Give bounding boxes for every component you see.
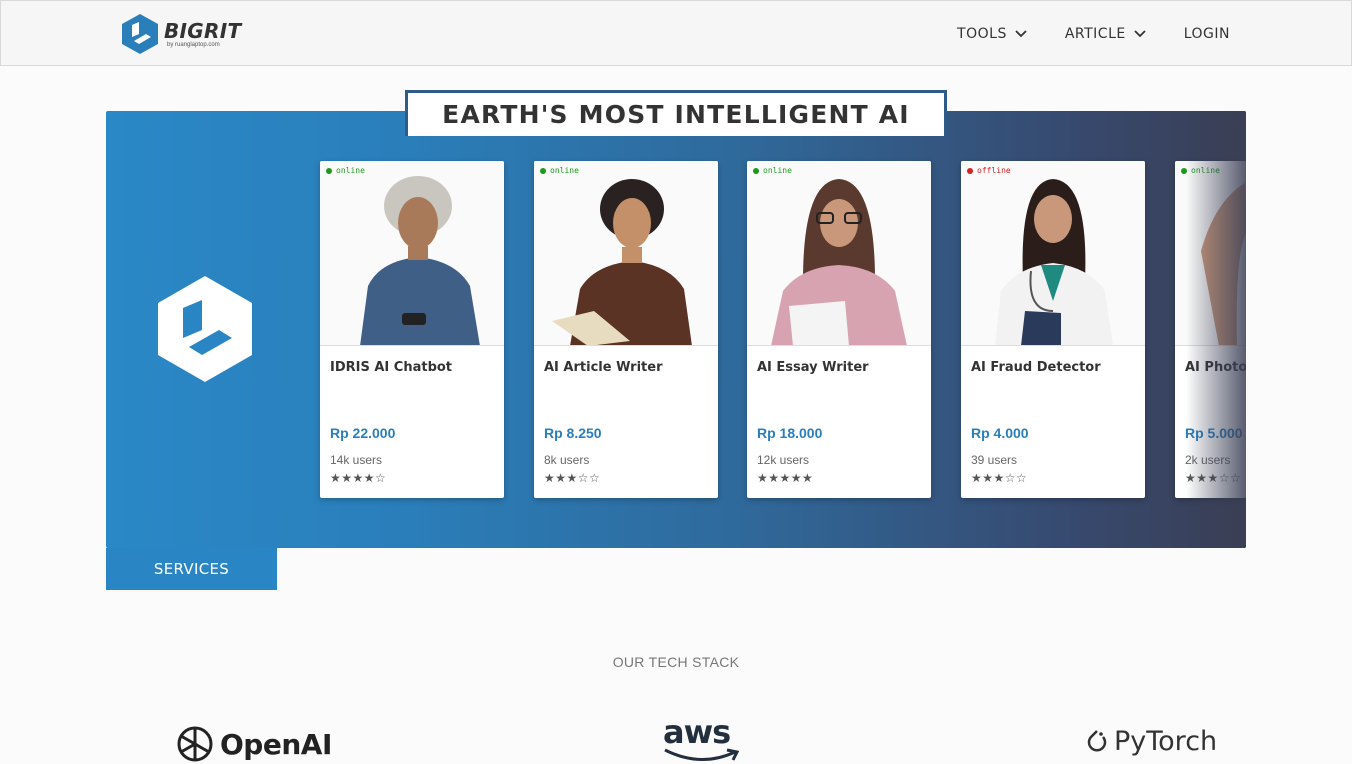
status-text: online	[763, 166, 792, 175]
nav-article-dropdown[interactable]: ARTICLE	[1065, 26, 1146, 42]
service-card-article-writer[interactable]: online AI Article Writer Rp 8.250 8k use…	[534, 161, 718, 498]
main-nav: TOOLS ARTICLE LOGIN	[919, 1, 1230, 67]
pytorch-flame-icon	[1087, 729, 1107, 752]
nav-tools-dropdown[interactable]: TOOLS	[957, 26, 1027, 42]
nav-login-link[interactable]: LOGIN	[1184, 26, 1230, 42]
rating-stars: ★★★☆☆	[971, 471, 1028, 485]
chevron-down-icon	[1015, 30, 1027, 38]
status-indicator: online	[1181, 166, 1220, 175]
status-text: online	[1191, 166, 1220, 175]
brand-hexagon-icon	[122, 14, 158, 54]
card-title: AI Fraud Detector	[971, 360, 1101, 375]
status-text: offline	[977, 166, 1011, 175]
nav-article-label: ARTICLE	[1064, 26, 1126, 42]
hero-title-box: EARTH'S MOST INTELLIGENT AI	[405, 90, 947, 136]
service-card-idris-chatbot[interactable]: online IDRIS AI Chatbot Rp 22.000 14k us…	[320, 161, 504, 498]
chevron-down-icon	[1134, 30, 1146, 38]
card-image: online	[534, 161, 718, 346]
rating-stars: ★★★☆☆	[544, 471, 601, 485]
status-dot-icon	[753, 167, 759, 174]
nav-tools-label: TOOLS	[957, 26, 1007, 42]
rating-stars: ★★★★★	[757, 471, 814, 485]
rating-stars: ★★★★☆	[330, 471, 387, 485]
status-indicator: online	[540, 166, 579, 175]
pytorch-logo: PyTorch	[1086, 726, 1217, 757]
card-users: 12k users	[757, 453, 810, 467]
card-users: 2k users	[1185, 453, 1231, 467]
card-price: Rp 22.000	[330, 425, 396, 441]
card-image: online	[1175, 161, 1246, 346]
status-indicator: offline	[967, 166, 1011, 175]
card-title: IDRIS AI Chatbot	[330, 360, 453, 375]
status-dot-icon	[1181, 167, 1187, 174]
person-photo-icon	[360, 176, 480, 345]
status-dot-icon	[326, 167, 332, 174]
card-price: Rp 5.000	[1185, 425, 1243, 441]
card-users: 39 users	[971, 453, 1018, 467]
service-card-fraud-detector[interactable]: offline AI Fraud Detector Rp 4.000 39 us…	[961, 161, 1145, 498]
openai-knot-icon	[177, 726, 213, 762]
card-title: AI Photo	[1185, 360, 1246, 375]
openai-logo: OpenAI	[175, 724, 332, 764]
services-tab-label: SERVICES	[153, 560, 230, 578]
services-tab[interactable]: SERVICES	[106, 548, 277, 590]
brand-hexagon-large-icon	[158, 276, 252, 382]
person-photo-icon	[552, 179, 692, 345]
person-photo-icon	[1201, 183, 1246, 345]
tech-stack-title: OUR TECH STACK	[612, 654, 740, 670]
status-indicator: online	[326, 166, 365, 175]
aws-logo: aws	[663, 716, 739, 762]
status-dot-icon	[540, 167, 546, 174]
card-image: online	[320, 161, 504, 346]
status-text: online	[550, 166, 579, 175]
person-photo-icon	[995, 179, 1113, 345]
hero-title: EARTH'S MOST INTELLIGENT AI	[442, 100, 910, 129]
aws-wordmark: aws	[663, 713, 731, 751]
status-text: online	[336, 166, 365, 175]
card-title: AI Essay Writer	[757, 360, 869, 375]
card-title: AI Article Writer	[544, 360, 663, 375]
card-users: 8k users	[544, 453, 590, 467]
brand-name: BIGRIT	[164, 19, 242, 43]
card-image: offline	[961, 161, 1145, 346]
card-price: Rp 8.250	[544, 425, 602, 441]
card-price: Rp 18.000	[757, 425, 823, 441]
status-dot-icon	[967, 167, 973, 174]
card-image: online	[747, 161, 931, 346]
nav-login-label: LOGIN	[1183, 26, 1230, 42]
service-card-essay-writer[interactable]: online AI Essay Writer Rp 18.000 12k use…	[747, 161, 931, 498]
services-hero-panel: online IDRIS AI Chatbot Rp 22.000 14k us…	[106, 111, 1246, 548]
person-photo-icon	[771, 179, 907, 345]
brand-logo-link[interactable]: BIGRIT by ruanglaptop.com	[121, 13, 241, 55]
pytorch-wordmark: PyTorch	[1114, 726, 1218, 757]
top-navbar: BIGRIT by ruanglaptop.com TOOLS ARTICLE …	[0, 0, 1352, 66]
card-price: Rp 4.000	[971, 425, 1029, 441]
card-users: 14k users	[330, 453, 383, 467]
status-indicator: online	[753, 166, 792, 175]
service-card-photo[interactable]: online AI Photo Rp 5.000 2k users ★★★☆☆	[1175, 161, 1246, 498]
openai-wordmark: OpenAI	[220, 727, 332, 761]
brand-subtitle: by ruanglaptop.com	[167, 42, 220, 48]
rating-stars: ★★★☆☆	[1185, 471, 1242, 485]
